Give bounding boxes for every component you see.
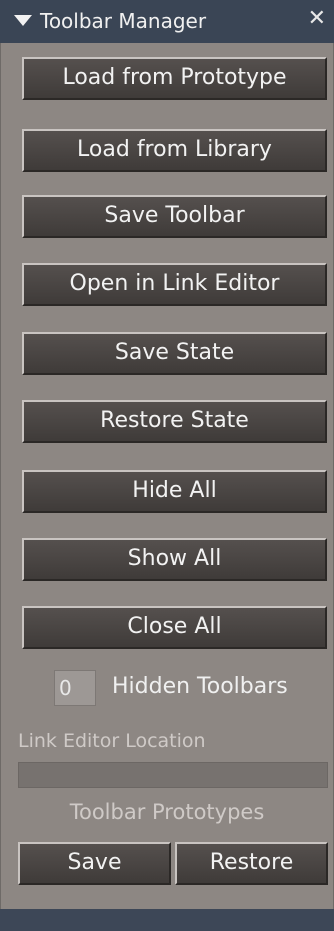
toolbar-prototypes-label: Toolbar Prototypes (69, 800, 265, 824)
prototype-restore-button[interactable]: Restore (175, 842, 328, 885)
load-from-library-button[interactable]: Load from Library (22, 129, 327, 172)
open-in-link-editor-button[interactable]: Open in Link Editor (22, 263, 327, 306)
triangle-down-icon[interactable] (14, 15, 32, 26)
link-editor-location-label: Link Editor Location (18, 730, 206, 752)
bottom-bar (0, 909, 334, 931)
close-icon[interactable]: ✕ (308, 6, 326, 32)
show-all-button[interactable]: Show All (22, 538, 327, 581)
close-all-button[interactable]: Close All (22, 606, 327, 649)
save-state-button[interactable]: Save State (22, 332, 327, 375)
hidden-toolbars-row: 0 Hidden Toolbars (54, 670, 314, 706)
load-from-prototype-button[interactable]: Load from Prototype (22, 57, 327, 100)
prototype-save-button[interactable]: Save (18, 842, 171, 885)
window-title: Toolbar Manager (40, 9, 207, 33)
hide-all-button[interactable]: Hide All (22, 470, 327, 513)
hidden-toolbars-label: Hidden Toolbars (112, 674, 288, 699)
save-toolbar-button[interactable]: Save Toolbar (22, 195, 327, 238)
link-editor-location-field[interactable] (18, 762, 328, 788)
restore-state-button[interactable]: Restore State (22, 400, 327, 443)
hidden-toolbars-count[interactable]: 0 (54, 670, 96, 706)
titlebar: Toolbar Manager ✕ (0, 0, 334, 43)
